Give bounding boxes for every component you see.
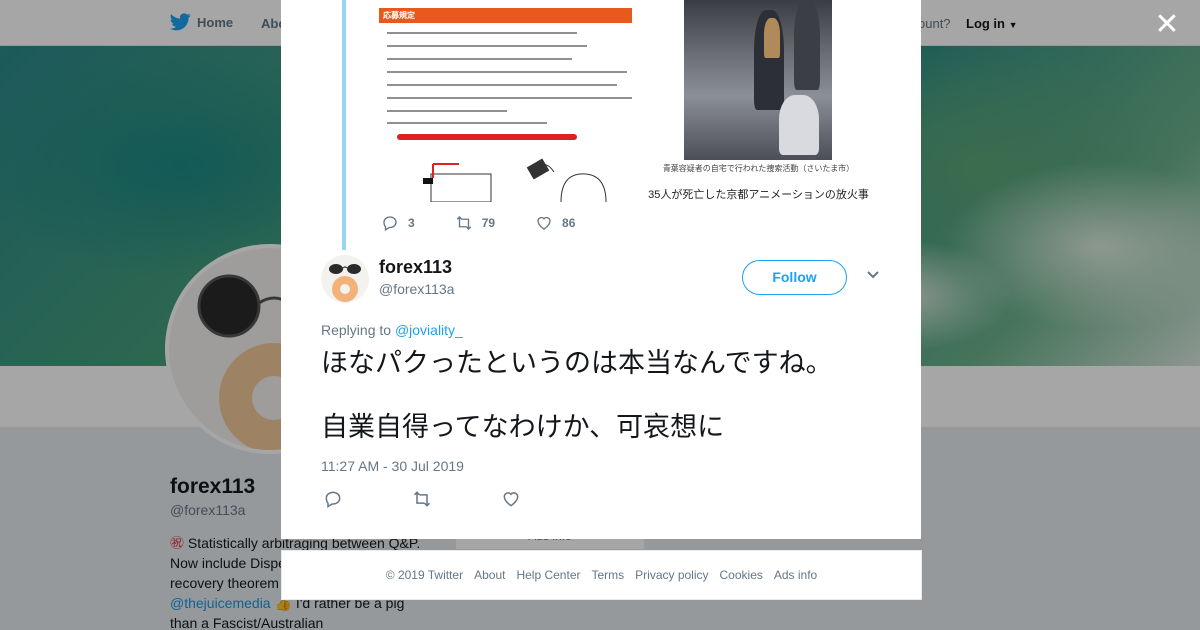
like-count: 86 bbox=[562, 216, 576, 230]
zoom-icon[interactable]: ⊕ bbox=[863, 143, 875, 155]
sunglasses-donut-image bbox=[329, 264, 361, 302]
tweet-text: ほなパクったというのは本当なんですね。 自業自得ってなわけか、可哀想に bbox=[321, 346, 901, 474]
heart-icon bbox=[503, 492, 519, 507]
retweet-icon bbox=[413, 491, 431, 507]
replying-to: Replying to @joviality_ bbox=[321, 322, 463, 338]
retweet-button[interactable] bbox=[412, 489, 441, 509]
footer-copyright: © 2019 Twitter bbox=[385, 568, 464, 582]
news-photo: ⊕ bbox=[684, 0, 871, 160]
like-button[interactable] bbox=[501, 489, 530, 509]
tweet-modal: 応募規定 ⊕ 青葉容疑者の自宅で行われた捜索活動（さいたま市） 35人が死亡した… bbox=[281, 0, 921, 539]
doc-highlight bbox=[397, 134, 577, 140]
previous-tweet-actions: 3 79 86 bbox=[381, 214, 615, 232]
author-avatar[interactable] bbox=[321, 255, 369, 303]
tweet-actions bbox=[323, 489, 590, 509]
footer-link-privacy[interactable]: Privacy policy bbox=[635, 568, 708, 582]
reply-icon bbox=[325, 491, 341, 508]
doc-text-line bbox=[387, 97, 632, 99]
tweet-timestamp[interactable]: 11:27 AM - 30 Jul 2019 bbox=[321, 458, 464, 474]
heart-icon bbox=[537, 216, 551, 230]
doc-text-line bbox=[387, 84, 617, 86]
doc-text-line bbox=[387, 45, 587, 47]
media-image-document[interactable]: 応募規定 bbox=[379, 0, 632, 202]
media-image-news[interactable]: ⊕ 青葉容疑者の自宅で行われた捜索活動（さいたま市） 35人が死亡した京都アニメ… bbox=[636, 0, 881, 202]
reply-icon bbox=[383, 216, 397, 231]
news-title: 35人が死亡した京都アニメーションの放火事 bbox=[648, 189, 869, 201]
tweet-text-line: ほなパクったというのは本当なんですね。 bbox=[321, 348, 833, 379]
like-button[interactable]: 86 bbox=[535, 214, 575, 232]
close-icon[interactable]: ✕ bbox=[1152, 10, 1182, 40]
media-grid: 応募規定 ⊕ 青葉容疑者の自宅で行われた捜索活動（さいたま市） 35人が死亡した… bbox=[379, 0, 881, 202]
reply-button[interactable]: 3 bbox=[381, 214, 415, 232]
document-heading: 応募規定 bbox=[379, 8, 632, 23]
footer-link-terms[interactable]: Terms bbox=[591, 568, 624, 582]
author-handle[interactable]: @forex113a bbox=[379, 281, 454, 297]
author-name[interactable]: forex113 bbox=[379, 257, 452, 278]
doc-text-line bbox=[387, 110, 507, 112]
tweet-text-line: 自業自得ってなわけか、可哀想に bbox=[321, 412, 725, 443]
follow-button[interactable]: Follow bbox=[742, 260, 847, 295]
replying-prefix: Replying to bbox=[321, 322, 392, 338]
retweet-icon bbox=[456, 216, 471, 230]
retweet-count: 79 bbox=[481, 216, 496, 230]
footer-link-cookies[interactable]: Cookies bbox=[720, 568, 763, 582]
photo-figure bbox=[779, 95, 819, 155]
chevron-down-icon[interactable] bbox=[866, 268, 880, 282]
replying-to-mention[interactable]: @joviality_ bbox=[395, 322, 463, 338]
photo-figure bbox=[794, 0, 820, 90]
footer-link-help-center[interactable]: Help Center bbox=[516, 568, 580, 582]
footer-link-ads-info[interactable]: Ads info bbox=[774, 568, 817, 582]
doc-text-line bbox=[387, 58, 572, 60]
photo-caption: 青葉容疑者の自宅で行われた捜索活動（さいたま市） bbox=[662, 164, 855, 173]
doc-text-line bbox=[387, 71, 627, 73]
modal-footer: © 2019 Twitter About Help Center Terms P… bbox=[281, 550, 922, 600]
footer-link-about[interactable]: About bbox=[474, 568, 505, 582]
photo-bag bbox=[764, 18, 780, 58]
retweet-button[interactable]: 79 bbox=[455, 214, 495, 232]
doc-diagram bbox=[423, 158, 607, 202]
doc-text-line bbox=[387, 32, 577, 34]
doc-text-line bbox=[387, 122, 547, 124]
reply-count: 3 bbox=[408, 216, 415, 230]
reply-button[interactable] bbox=[323, 489, 352, 509]
thread-connector bbox=[342, 0, 346, 250]
